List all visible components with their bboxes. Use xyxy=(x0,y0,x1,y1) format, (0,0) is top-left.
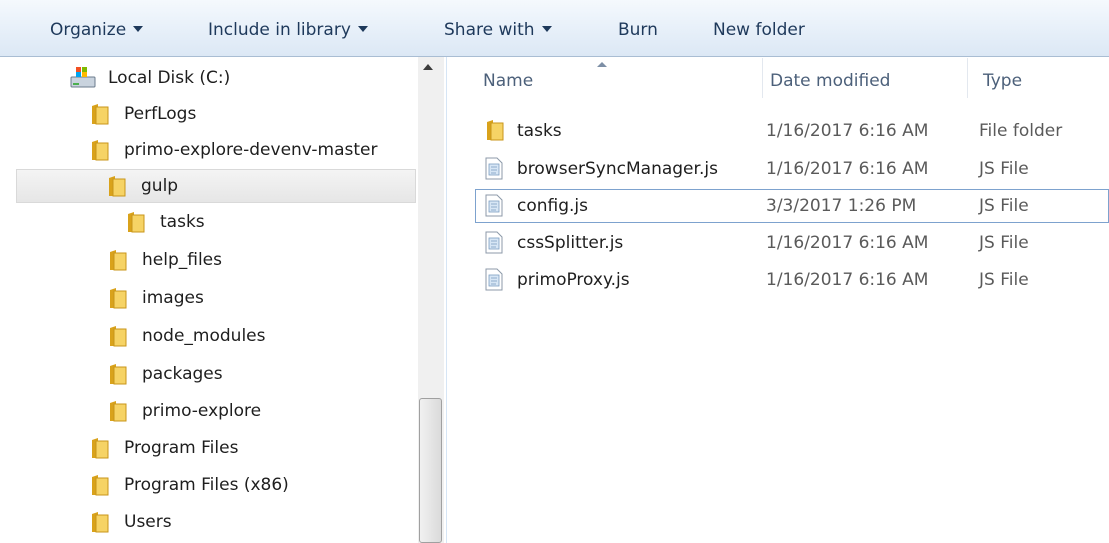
nav-item-program-files-x86[interactable]: Program Files (x86) xyxy=(84,468,412,502)
file-type: JS File xyxy=(979,196,1029,216)
folder-icon xyxy=(110,288,127,309)
nav-item-label: Program Files xyxy=(124,438,239,458)
nav-item-label: Program Files (x86) xyxy=(124,475,289,495)
nav-item-primo-explore-devenv-master[interactable]: primo-explore-devenv-master xyxy=(84,133,412,167)
file-date: 1/16/2017 6:16 AM xyxy=(766,159,929,179)
folder-icon xyxy=(92,512,109,533)
nav-item-perflogs[interactable]: PerfLogs xyxy=(84,97,412,131)
nav-item-local-disk[interactable]: Local Disk (C:) xyxy=(62,61,412,95)
file-row-primoproxy[interactable]: primoProxy.js 1/16/2017 6:16 AM JS File xyxy=(475,263,1109,297)
file-type: JS File xyxy=(979,270,1029,290)
file-name: config.js xyxy=(517,196,589,216)
nav-item-primo-explore[interactable]: primo-explore xyxy=(104,394,412,428)
chevron-down-icon xyxy=(541,26,552,32)
folder-icon xyxy=(92,104,109,125)
new-folder-label: New folder xyxy=(713,20,805,40)
folder-icon xyxy=(92,140,109,161)
nav-item-label: Local Disk (C:) xyxy=(108,68,231,88)
nav-item-label: node_modules xyxy=(142,326,266,346)
column-separator[interactable] xyxy=(762,58,763,98)
js-file-icon xyxy=(485,194,503,217)
organize-button[interactable]: Organize xyxy=(50,19,144,41)
folder-icon xyxy=(128,212,145,233)
nav-item-tasks[interactable]: tasks xyxy=(122,205,412,239)
burn-button[interactable]: Burn xyxy=(618,19,658,41)
include-in-library-label: Include in library xyxy=(208,20,351,40)
file-type: File folder xyxy=(979,121,1063,141)
nav-item-label: packages xyxy=(142,364,223,384)
folder-icon xyxy=(110,364,127,385)
file-date: 3/3/2017 1:26 PM xyxy=(766,196,917,216)
chevron-down-icon xyxy=(357,26,368,32)
column-header-name[interactable]: Name xyxy=(483,68,533,94)
nav-item-program-files[interactable]: Program Files xyxy=(84,431,412,465)
file-name: browserSyncManager.js xyxy=(517,159,718,179)
organize-label: Organize xyxy=(50,20,127,40)
nav-item-label: images xyxy=(142,288,204,308)
nav-item-help-files[interactable]: help_files xyxy=(104,243,412,277)
column-header-type[interactable]: Type xyxy=(983,68,1022,94)
js-file-icon xyxy=(485,157,503,180)
file-row-csssplitter[interactable]: cssSplitter.js 1/16/2017 6:16 AM JS File xyxy=(475,226,1109,260)
file-row-config[interactable]: config.js 3/3/2017 1:26 PM JS File xyxy=(475,189,1109,223)
scrollbar-thumb[interactable] xyxy=(419,398,442,543)
file-name: tasks xyxy=(517,121,562,141)
drive-icon xyxy=(70,67,96,88)
nav-item-users[interactable]: Users xyxy=(84,505,412,539)
folder-icon xyxy=(110,401,127,422)
share-with-button[interactable]: Share with xyxy=(444,19,552,41)
nav-item-packages[interactable]: packages xyxy=(104,357,412,391)
explorer-window: Organize Include in library Share with B… xyxy=(0,0,1109,543)
nav-item-label: PerfLogs xyxy=(124,104,197,124)
nav-item-node-modules[interactable]: node_modules xyxy=(104,319,412,353)
folder-icon xyxy=(487,120,504,141)
folder-icon xyxy=(109,176,126,197)
sort-ascending-icon xyxy=(597,62,607,67)
nav-item-label: help_files xyxy=(142,250,222,270)
scroll-up-arrow-icon[interactable] xyxy=(423,64,433,70)
include-in-library-button[interactable]: Include in library xyxy=(208,19,368,41)
nav-item-images[interactable]: images xyxy=(104,281,412,315)
nav-item-label: Users xyxy=(124,512,172,532)
js-file-icon xyxy=(485,231,503,254)
file-type: JS File xyxy=(979,233,1029,253)
folder-icon xyxy=(92,475,109,496)
file-date: 1/16/2017 6:16 AM xyxy=(766,233,929,253)
folder-icon xyxy=(92,438,109,459)
js-file-icon xyxy=(485,268,503,291)
file-row-tasks[interactable]: tasks 1/16/2017 6:16 AM File folder xyxy=(475,114,1109,148)
file-date: 1/16/2017 6:16 AM xyxy=(766,121,929,141)
file-name: cssSplitter.js xyxy=(517,233,624,253)
nav-item-label: tasks xyxy=(160,212,205,232)
file-type: JS File xyxy=(979,159,1029,179)
nav-item-label: primo-explore-devenv-master xyxy=(124,140,378,160)
nav-item-gulp[interactable]: gulp xyxy=(16,169,416,203)
nav-item-label: primo-explore xyxy=(142,401,262,421)
chevron-down-icon xyxy=(133,26,144,32)
nav-item-label: gulp xyxy=(141,176,179,196)
command-bar: Organize Include in library Share with B… xyxy=(0,0,1109,57)
new-folder-button[interactable]: New folder xyxy=(713,19,805,41)
folder-icon xyxy=(110,250,127,271)
file-row-browsersyncmanager[interactable]: browserSyncManager.js 1/16/2017 6:16 AM … xyxy=(475,152,1109,186)
burn-label: Burn xyxy=(618,20,658,40)
share-with-label: Share with xyxy=(444,20,535,40)
file-name: primoProxy.js xyxy=(517,270,630,290)
file-date: 1/16/2017 6:16 AM xyxy=(766,270,929,290)
column-header-date-modified[interactable]: Date modified xyxy=(770,68,890,94)
column-separator[interactable] xyxy=(967,58,968,98)
folder-icon xyxy=(110,326,127,347)
